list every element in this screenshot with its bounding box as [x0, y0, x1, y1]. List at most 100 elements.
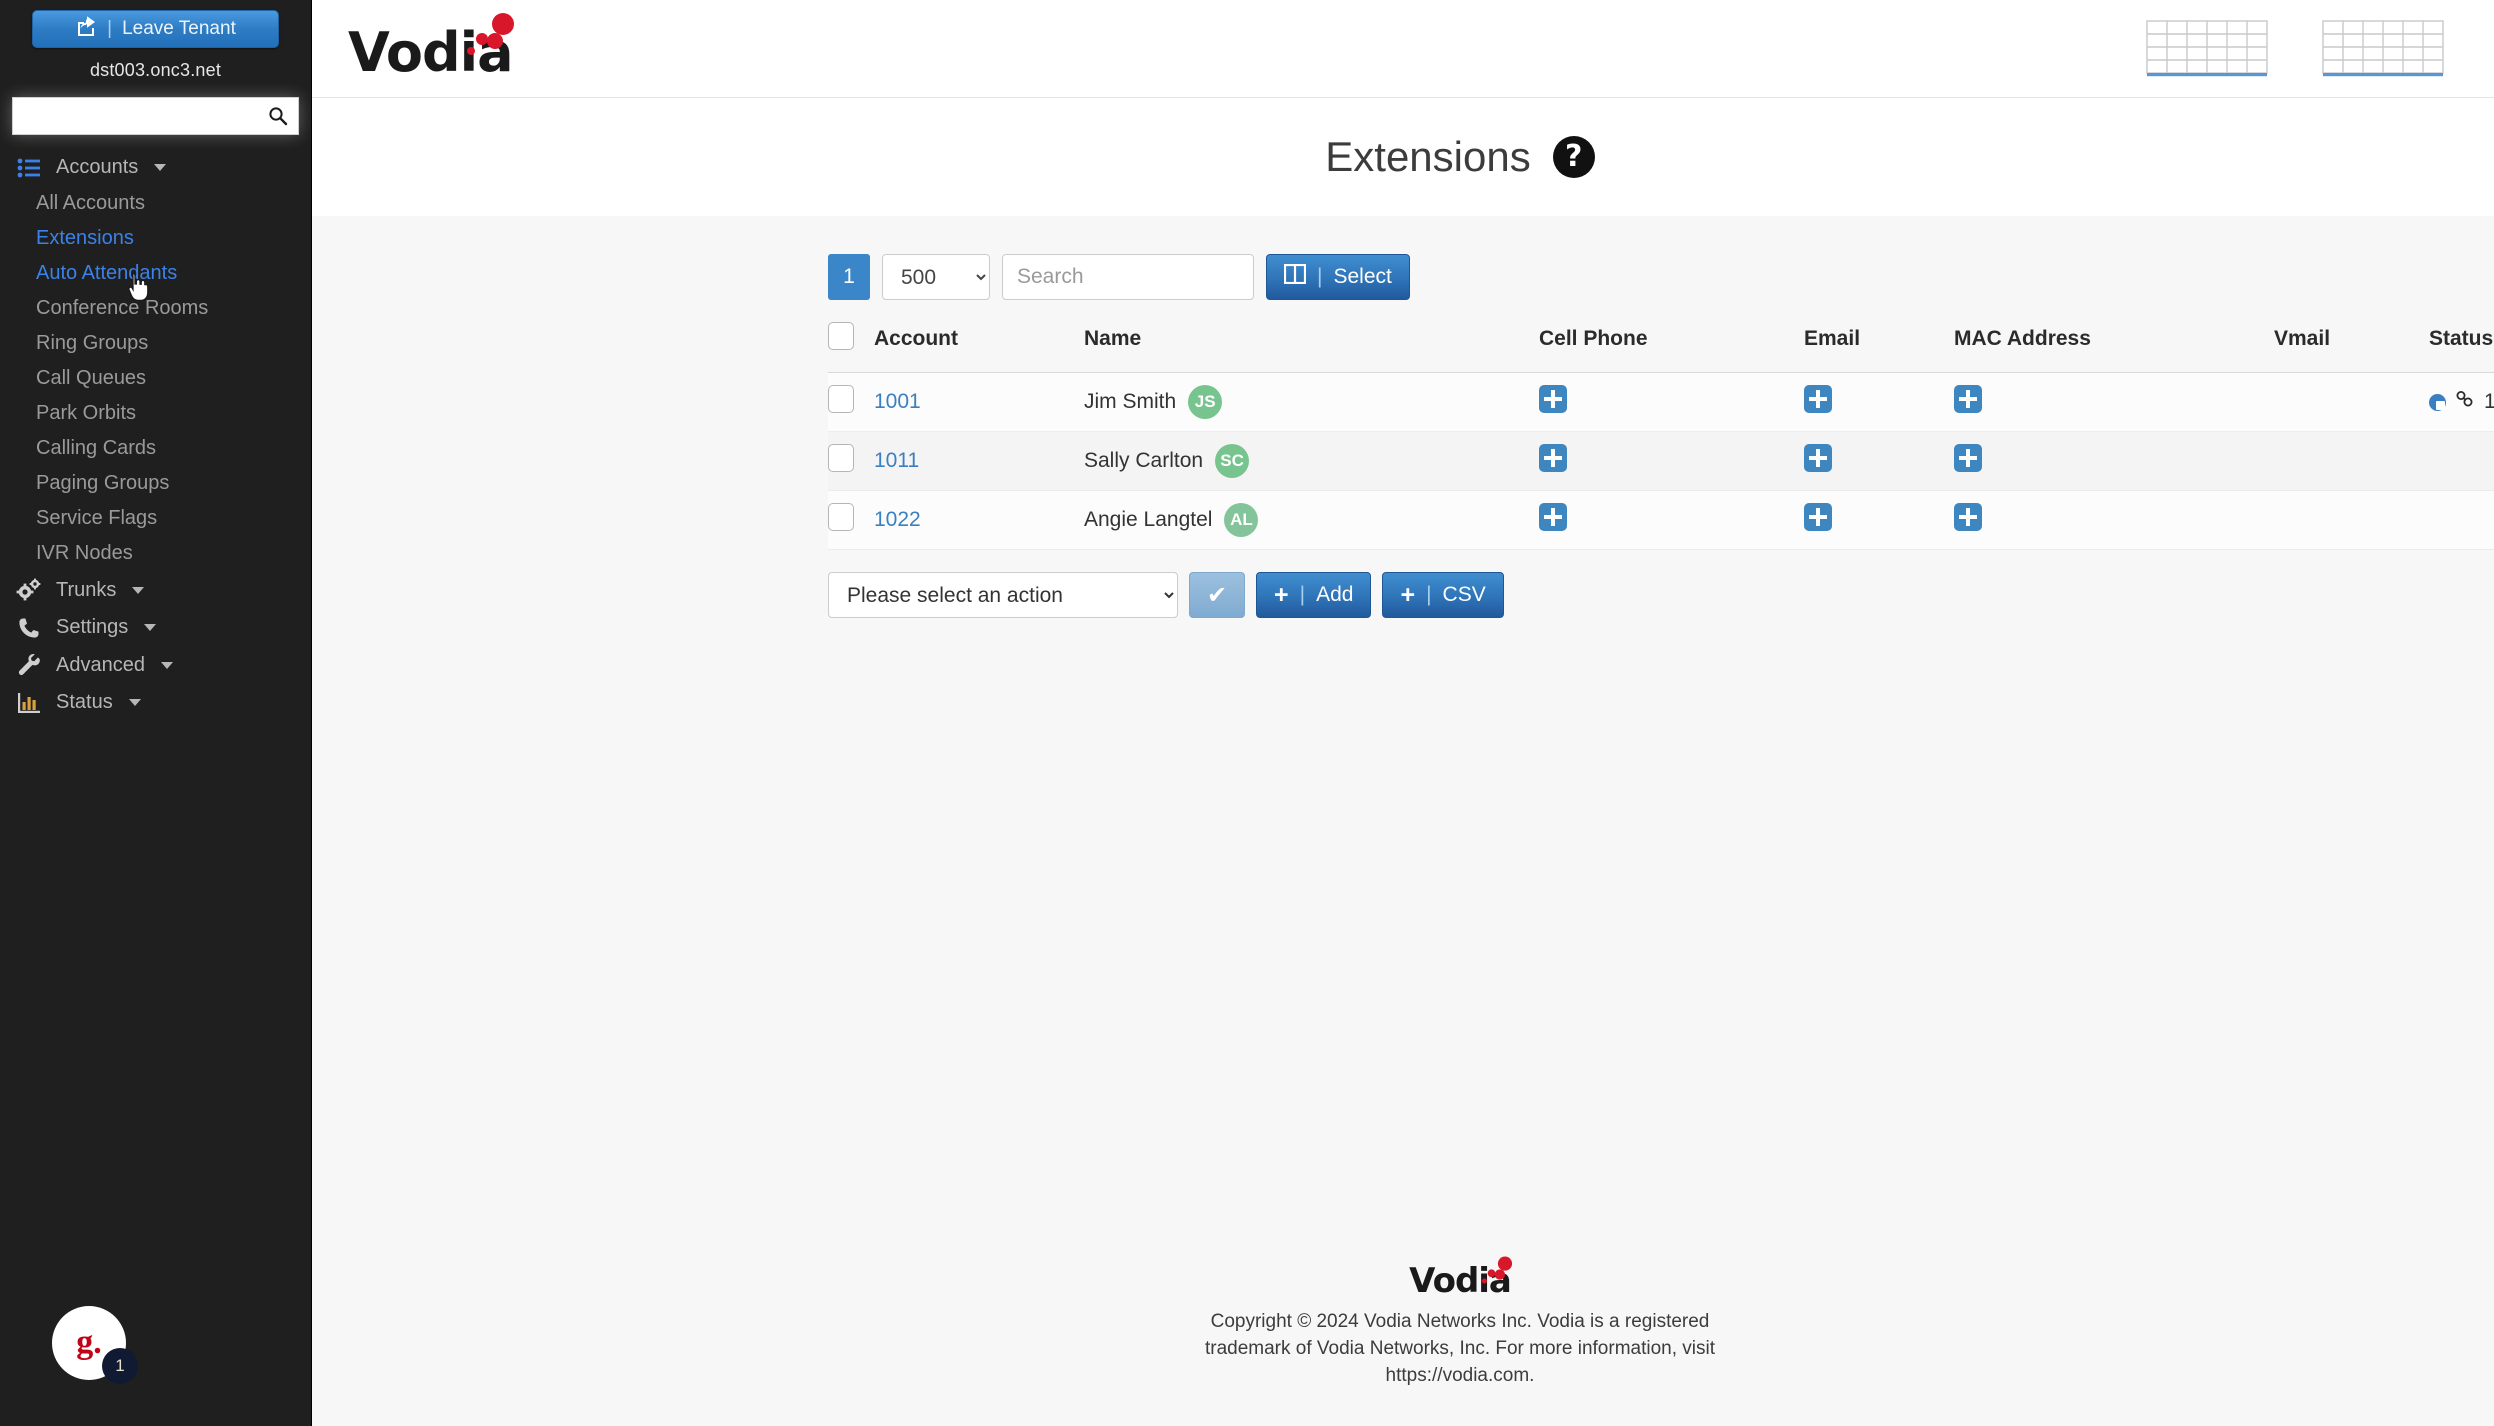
csv-button[interactable]: + | CSV: [1382, 572, 1504, 618]
table-row[interactable]: 1001 Jim Smith JS 1: [828, 372, 2494, 432]
sidebar-group-label-settings: Settings: [56, 616, 129, 638]
select-all-checkbox[interactable]: [828, 322, 854, 350]
row-status-cell: [2429, 490, 2494, 550]
table-toolbar: 1 500 | Select: [828, 254, 2494, 300]
help-icon[interactable]: ?: [1552, 136, 1595, 178]
row-vmail-cell: [2274, 490, 2429, 550]
leave-tenant-button[interactable]: | Leave Tenant: [32, 10, 279, 48]
plus-icon: +: [1274, 580, 1289, 609]
bulk-action-select[interactable]: Please select an action: [828, 572, 1178, 618]
row-select-cell: [828, 490, 874, 550]
sidebar-group-trunks[interactable]: Trunks: [0, 571, 311, 609]
row-checkbox[interactable]: [828, 444, 854, 472]
contact-name: Angie Langtel: [1084, 508, 1213, 531]
sidebar-search-input[interactable]: [13, 98, 268, 134]
table-row[interactable]: 1022 Angie Langtel AL: [828, 490, 2494, 550]
sidebar-group-status[interactable]: Status: [0, 684, 311, 721]
wrench-icon: [16, 653, 42, 677]
add-email-icon[interactable]: [1804, 444, 1832, 472]
add-mac-address-icon[interactable]: [1954, 385, 1982, 413]
select-button-separator: |: [1317, 265, 1323, 288]
column-header-status[interactable]: Status: [2429, 322, 2494, 373]
chevron-down-icon: [132, 586, 145, 594]
column-header-vmail[interactable]: Vmail: [2274, 322, 2429, 373]
sidebar-item-park-orbits[interactable]: Park Orbits: [0, 396, 311, 431]
avatar: JS: [1188, 385, 1223, 419]
bulk-action-bar: Please select an action ✔ + | Add + | CS…: [828, 572, 2494, 618]
row-checkbox[interactable]: [828, 503, 854, 531]
page-size-select[interactable]: 500: [882, 254, 990, 300]
sidebar-item-extensions[interactable]: Extensions: [0, 221, 311, 256]
gears-icon: [16, 578, 42, 602]
row-email-cell: [1804, 490, 1954, 550]
row-email-cell: [1804, 431, 1954, 491]
avatar: AL: [1224, 503, 1259, 537]
app-root: | Leave Tenant dst003.onc3.net Accounts …: [0, 0, 2494, 1426]
account-link[interactable]: 1022: [874, 508, 921, 531]
sidebar-search[interactable]: [12, 97, 299, 135]
add-cell-phone-icon[interactable]: [1539, 385, 1567, 413]
add-cell-phone-icon[interactable]: [1539, 503, 1567, 531]
grid-table-icon-1[interactable]: [2146, 19, 2268, 78]
select-columns-button[interactable]: | Select: [1266, 254, 1410, 300]
add-mac-address-icon[interactable]: [1954, 503, 1982, 531]
add-email-icon[interactable]: [1804, 385, 1832, 413]
sidebar-item-ring-groups[interactable]: Ring Groups: [0, 326, 311, 361]
sidebar: | Leave Tenant dst003.onc3.net Accounts …: [0, 0, 312, 1426]
row-checkbox[interactable]: [828, 385, 854, 413]
sidebar-item-service-flags[interactable]: Service Flags: [0, 501, 311, 536]
sidebar-group-label-trunks: Trunks: [56, 578, 117, 601]
user-notification-badge[interactable]: 1: [102, 1348, 138, 1384]
sidebar-item-calling-cards[interactable]: Calling Cards: [0, 431, 311, 466]
column-header-account[interactable]: Account: [874, 322, 1084, 373]
row-name-cell: Angie Langtel AL: [1084, 490, 1539, 550]
sidebar-item-conference-rooms[interactable]: Conference Rooms: [0, 291, 311, 326]
footer-line-2: trademark of Vodia Networks, Inc. For mo…: [1204, 1338, 1715, 1360]
row-account-cell: 1022: [874, 490, 1084, 550]
column-header-name[interactable]: Name: [1084, 322, 1539, 373]
leave-tenant-separator: |: [107, 18, 113, 39]
account-link[interactable]: 1011: [874, 449, 919, 472]
add-button-label: Add: [1316, 583, 1354, 606]
sidebar-item-paging-groups[interactable]: Paging Groups: [0, 466, 311, 501]
sidebar-group-advanced[interactable]: Advanced: [0, 646, 311, 684]
column-header-mac-address[interactable]: MAC Address: [1954, 322, 2274, 373]
chevron-down-icon: [128, 699, 141, 706]
footer: Vodia Copyright © 2024 Vodia Networks In…: [312, 1255, 2494, 1390]
leave-tenant-label: Leave Tenant: [122, 18, 236, 39]
sidebar-group-label-accounts: Accounts: [56, 156, 139, 178]
search-input[interactable]: [1002, 254, 1254, 300]
sidebar-item-call-queues[interactable]: Call Queues: [0, 361, 311, 396]
chevron-down-icon: [160, 661, 173, 669]
add-email-icon[interactable]: [1804, 503, 1832, 531]
column-header-email[interactable]: Email: [1804, 322, 1954, 373]
sidebar-item-ivr-nodes[interactable]: IVR Nodes: [0, 536, 311, 571]
pagination-page-1[interactable]: 1: [828, 254, 870, 300]
column-header-cell-phone[interactable]: Cell Phone: [1539, 322, 1804, 373]
row-vmail-cell: [2274, 431, 2429, 491]
user-avatar[interactable]: g. 1: [52, 1306, 138, 1384]
footer-logo-dots-icon: [1478, 1255, 1514, 1285]
status-count: 1: [2484, 390, 2494, 413]
search-icon[interactable]: [268, 106, 298, 126]
contact-name: Sally Carlton: [1084, 449, 1204, 472]
page-title: Extensions: [1325, 133, 1531, 180]
row-name-cell: Sally Carlton SC: [1084, 431, 1539, 491]
footer-vodia-logo: Vodia: [1409, 1255, 1514, 1305]
grid-table-icon-2[interactable]: [2322, 19, 2444, 78]
table-row[interactable]: 1011 Sally Carlton SC: [828, 431, 2494, 491]
content-area: 1 500 | Select: [312, 216, 2494, 618]
avatar: SC: [1215, 444, 1250, 478]
account-link[interactable]: 1001: [874, 390, 921, 413]
add-cell-phone-icon[interactable]: [1539, 444, 1567, 472]
row-email-cell: [1804, 372, 1954, 432]
sidebar-item-auto-attendants[interactable]: Auto Attendants: [0, 256, 311, 291]
table-body: 1001 Jim Smith JS 1 1011 Sally Carlton S…: [828, 372, 2494, 550]
sidebar-group-settings[interactable]: Settings: [0, 609, 311, 646]
add-mac-address-icon[interactable]: [1954, 444, 1982, 472]
sidebar-group-accounts[interactable]: Accounts: [0, 149, 311, 186]
sidebar-item-all-accounts[interactable]: All Accounts: [0, 186, 311, 221]
apply-action-button[interactable]: ✔: [1189, 572, 1245, 618]
add-button[interactable]: + | Add: [1256, 572, 1372, 618]
row-status-cell: [2429, 431, 2494, 491]
